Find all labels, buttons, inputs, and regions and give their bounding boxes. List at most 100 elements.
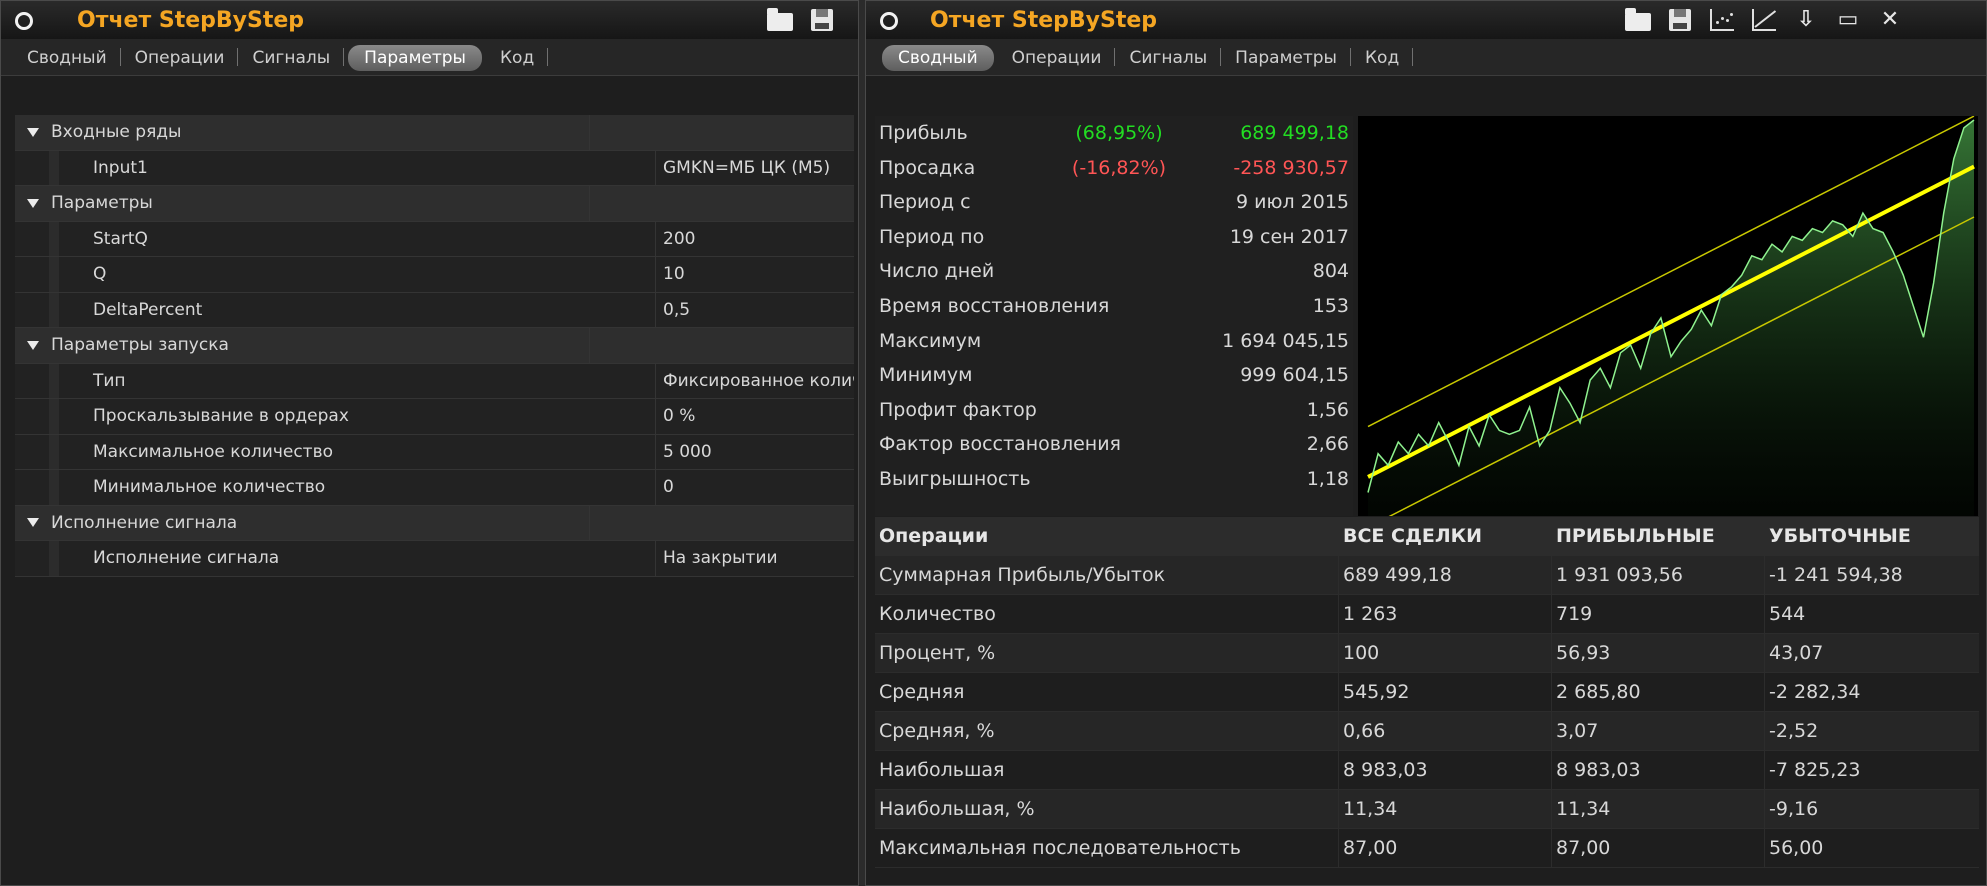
stat-value: 2,66: [1306, 433, 1349, 456]
folder-icon[interactable]: [765, 8, 795, 32]
stat-row: Период по 19 сен 2017: [875, 220, 1353, 255]
param-value[interactable]: 200: [656, 222, 854, 257]
stat-value: 804: [1312, 260, 1349, 283]
param-value[interactable]: 10: [656, 257, 854, 292]
tab-4[interactable]: Код: [486, 45, 549, 71]
ops-cell: 11,34: [1339, 790, 1552, 828]
ops-cell: Максимальная последовательность: [875, 829, 1339, 867]
collapse-triangle-icon[interactable]: [27, 518, 39, 527]
tab-2[interactable]: Сигналы: [1115, 45, 1221, 71]
stat-label: Прибыль: [879, 122, 968, 144]
tab-bar: Сводный Операции Сигналы Параметры Код: [866, 39, 1986, 76]
scatter-chart-icon[interactable]: [1707, 8, 1737, 32]
table-row: Средняя, % 0,66 3,07 -2,52: [875, 712, 1979, 751]
param-group-label: Параметры: [51, 193, 153, 213]
ops-cell: 0,66: [1339, 712, 1552, 750]
param-group-row[interactable]: Исполнение сигнала: [15, 505, 854, 541]
collapse-triangle-icon[interactable]: [27, 340, 39, 350]
param-value[interactable]: 0: [656, 470, 854, 505]
ops-cell: 544: [1769, 603, 1806, 625]
ops-cell: Наибольшая, %: [875, 790, 1339, 828]
line-chart-icon[interactable]: [1749, 8, 1779, 32]
param-row: Q 10: [15, 257, 854, 293]
title-bar: Отчет StepByStep: [1, 1, 858, 40]
ops-cell: 1 263: [1339, 595, 1552, 633]
param-group-row[interactable]: Параметры запуска: [15, 328, 854, 364]
ops-cell: -7 825,23: [1769, 759, 1861, 781]
save-icon[interactable]: [807, 8, 837, 32]
tab-1[interactable]: Операции: [121, 45, 239, 71]
stat-row: Время восстановления 153: [875, 289, 1353, 324]
collapse-triangle-icon[interactable]: [27, 198, 39, 208]
tabs: Сводный Операции Сигналы Параметры Код: [878, 45, 1414, 71]
arrow-down-icon[interactable]: ⇩: [1791, 8, 1821, 32]
save-icon[interactable]: [1665, 8, 1695, 32]
param-name: Input1: [15, 150, 656, 185]
param-group-value: [590, 186, 854, 221]
collapse-triangle-icon[interactable]: [27, 127, 39, 137]
param-value[interactable]: Фиксированное количество: [656, 364, 854, 399]
stat-label: Время восстановления: [879, 294, 1110, 317]
stat-percent: [1054, 220, 1184, 255]
param-value[interactable]: 0 %: [656, 399, 854, 434]
param-name: Q: [15, 257, 656, 292]
tab-2[interactable]: Сигналы: [238, 45, 344, 71]
stat-percent: (68,95%): [1075, 122, 1163, 144]
tab-3[interactable]: Параметры: [348, 45, 482, 71]
param-value[interactable]: 0,5: [656, 293, 854, 328]
window-menu-icon[interactable]: [880, 12, 898, 30]
ops-header-cell[interactable]: ВСЕ СДЕЛКИ: [1339, 517, 1552, 555]
stat-label: Максимум: [879, 329, 982, 352]
param-name: DeltaPercent: [15, 292, 656, 327]
ops-cell: 689 499,18: [1339, 556, 1552, 594]
tabs: Сводный Операции Сигналы Параметры Код: [13, 45, 549, 71]
param-name: Максимальное количество: [15, 434, 656, 469]
param-row: StartQ 200: [15, 221, 854, 257]
table-row: Наибольшая 8 983,03 8 983,03 -7 825,23: [875, 751, 1979, 790]
ops-header-cell[interactable]: Операции: [875, 517, 1339, 555]
stat-row: Максимум 1 694 045,15: [875, 324, 1353, 359]
ops-header-cell[interactable]: УБЫТОЧНЫЕ: [1765, 517, 1979, 555]
param-group-row[interactable]: Входные ряды: [15, 115, 854, 151]
ops-cell: 43,07: [1769, 642, 1824, 664]
param-row: Исполнение сигнала На закрытии: [15, 541, 854, 577]
stat-label: Число дней: [879, 260, 995, 283]
stat-label: Профит фактор: [879, 398, 1037, 421]
param-value[interactable]: GMKN=МБ ЦК (M5): [656, 151, 854, 186]
tab-4[interactable]: Код: [1351, 45, 1414, 71]
stat-label: Минимум: [879, 364, 973, 387]
ops-cell: -2,52: [1769, 720, 1819, 742]
stat-percent: [1054, 185, 1184, 220]
stat-percent: (-16,82%): [1071, 156, 1167, 179]
tab-3[interactable]: Параметры: [1221, 45, 1351, 71]
param-value[interactable]: 5 000: [656, 435, 854, 470]
param-value[interactable]: На закрытии: [656, 541, 854, 576]
report-window-parameters: Отчет StepByStep Сводный Операции Сигналы П…: [0, 0, 859, 886]
table-row: Процент, % 100 56,93 43,07: [875, 634, 1979, 673]
folder-icon[interactable]: [1623, 8, 1653, 32]
ops-header-cell[interactable]: ПРИБЫЛЬНЫЕ: [1552, 517, 1765, 555]
stat-row: Период с 9 июл 2015: [875, 185, 1353, 220]
tab-0[interactable]: Сводный: [882, 45, 994, 71]
window-menu-icon[interactable]: [15, 12, 33, 30]
ops-cell: -1 241 594,38: [1769, 564, 1903, 586]
param-name: Тип: [15, 363, 656, 398]
ops-cell: 56,00: [1769, 837, 1824, 859]
tab-1[interactable]: Операции: [998, 45, 1116, 71]
param-group-value: [590, 328, 854, 363]
tab-0[interactable]: Сводный: [13, 45, 121, 71]
ops-cell: 8 983,03: [1552, 751, 1765, 789]
param-group-row[interactable]: Параметры: [15, 186, 854, 222]
close-icon[interactable]: ✕: [1875, 8, 1905, 32]
title-bar: Отчет StepByStep ⇩ ▭ ✕: [866, 1, 1986, 40]
equity-chart-svg: [1367, 116, 1975, 516]
ops-cell: 2 685,80: [1552, 673, 1765, 711]
param-row: Input1 GMKN=МБ ЦК (M5): [15, 150, 854, 186]
stat-percent: [1054, 427, 1184, 462]
minimize-icon[interactable]: ▭: [1833, 8, 1863, 32]
stat-value: 19 сен 2017: [1229, 225, 1349, 248]
stat-percent: [1054, 462, 1184, 497]
param-group-label: Входные ряды: [51, 122, 182, 142]
stat-label: Просадка: [879, 156, 976, 179]
stat-row: Просадка (-16,82%) -258 930,57: [875, 151, 1353, 186]
